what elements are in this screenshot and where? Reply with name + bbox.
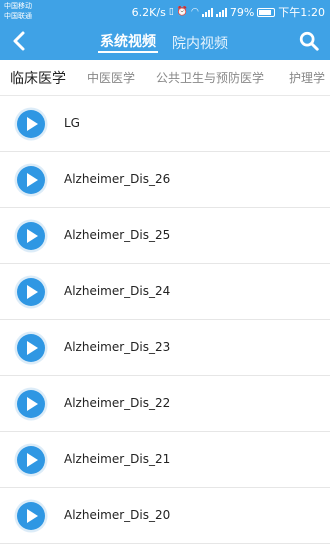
video-list-item[interactable]: Alzheimer_Dis_22 bbox=[0, 376, 330, 432]
status-right: 6.2K/s ▯ ⏰ ◠ 79% 下午1:20 bbox=[132, 4, 325, 20]
video-title: LG bbox=[64, 116, 80, 130]
category-tabs: 临床医学 中医医学 公共卫生与预防医学 护理学 bbox=[0, 60, 330, 96]
play-icon[interactable] bbox=[14, 387, 48, 421]
chevron-left-icon[interactable] bbox=[8, 29, 32, 53]
status-bar: 中国移动 中国联通 6.2K/s ▯ ⏰ ◠ 79% 下午1:20 bbox=[0, 0, 330, 24]
video-title: Alzheimer_Dis_26 bbox=[64, 172, 171, 186]
video-title: Alzheimer_Dis_25 bbox=[64, 228, 171, 242]
video-list-item[interactable]: Alzheimer_Dis_20 bbox=[0, 488, 330, 544]
video-list-item[interactable]: Alzheimer_Dis_24 bbox=[0, 264, 330, 320]
category-tab-public-health[interactable]: 公共卫生与预防医学 bbox=[156, 69, 264, 86]
signal-icon bbox=[201, 7, 213, 17]
play-icon[interactable] bbox=[14, 219, 48, 253]
category-tab-clinical[interactable]: 临床医学 bbox=[10, 68, 66, 88]
active-tab-indicator bbox=[98, 51, 158, 53]
video-list-item[interactable]: Alzheimer_Dis_25 bbox=[0, 208, 330, 264]
category-tab-nursing[interactable]: 护理学 bbox=[289, 69, 325, 86]
video-title: Alzheimer_Dis_24 bbox=[64, 284, 171, 298]
video-title: Alzheimer_Dis_21 bbox=[64, 452, 171, 466]
video-title: Alzheimer_Dis_22 bbox=[64, 396, 171, 410]
play-icon[interactable] bbox=[14, 443, 48, 477]
carrier-1: 中国移动 bbox=[4, 2, 32, 10]
video-list: LG Alzheimer_Dis_26 Alzheimer_Dis_25 Alzhei… bbox=[0, 96, 330, 544]
vibrate-icon: ▯ bbox=[168, 7, 174, 17]
video-list-item[interactable]: Alzheimer_Dis_21 bbox=[0, 432, 330, 488]
search-icon[interactable] bbox=[298, 30, 320, 52]
video-title: Alzheimer_Dis_20 bbox=[64, 508, 171, 522]
video-list-item[interactable]: Alzheimer_Dis_26 bbox=[0, 152, 330, 208]
alarm-icon: ⏰ bbox=[176, 7, 188, 17]
play-icon[interactable] bbox=[14, 163, 48, 197]
tab-hospital-video[interactable]: 院内视频 bbox=[172, 33, 228, 53]
carrier-info: 中国移动 中国联通 bbox=[4, 1, 32, 21]
video-list-item[interactable]: Alzheimer_Dis_23 bbox=[0, 320, 330, 376]
battery-icon bbox=[257, 7, 276, 17]
signal-icon-2 bbox=[215, 7, 227, 17]
header: 系统视频 院内视频 bbox=[0, 24, 330, 60]
tab-system-video[interactable]: 系统视频 bbox=[100, 31, 156, 51]
video-list-item[interactable]: LG bbox=[0, 96, 330, 152]
video-title: Alzheimer_Dis_23 bbox=[64, 340, 171, 354]
category-tab-tcm[interactable]: 中医医学 bbox=[87, 69, 135, 86]
clock: 下午1:20 bbox=[278, 6, 325, 19]
network-speed: 6.2K/s bbox=[131, 5, 166, 19]
play-icon[interactable] bbox=[14, 107, 48, 141]
play-icon[interactable] bbox=[14, 499, 48, 533]
play-icon[interactable] bbox=[14, 331, 48, 365]
carrier-2: 中国联通 bbox=[4, 12, 32, 20]
battery-percent: 79% bbox=[229, 5, 255, 19]
play-icon[interactable] bbox=[14, 275, 48, 309]
wifi-icon: ◠ bbox=[190, 7, 199, 17]
